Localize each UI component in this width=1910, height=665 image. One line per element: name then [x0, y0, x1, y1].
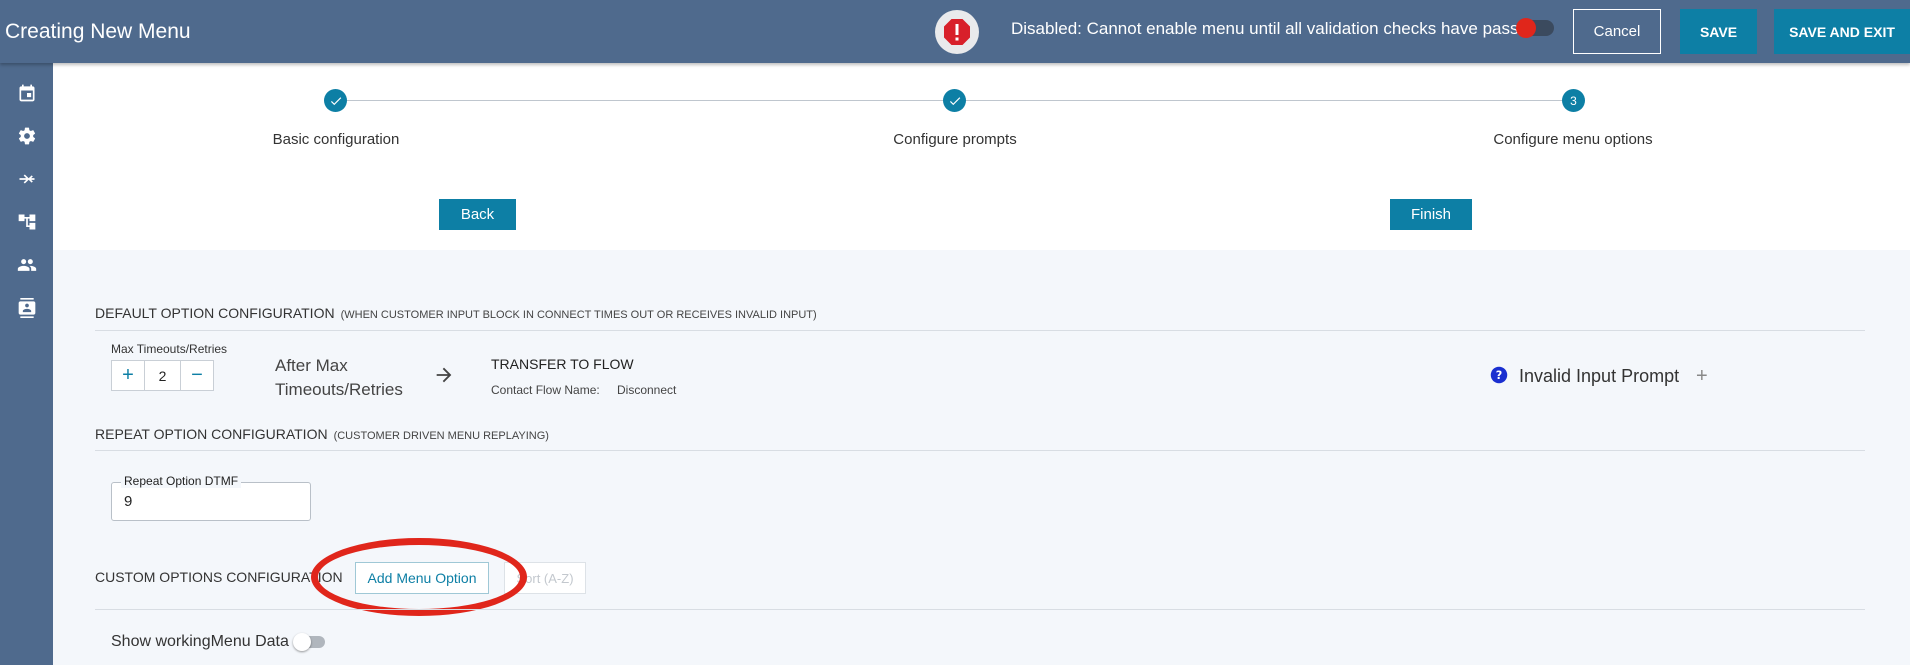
add-invalid-prompt-icon[interactable]: +	[1696, 365, 1708, 388]
step-3-number: 3	[1562, 89, 1585, 112]
flow-tree-icon[interactable]	[17, 212, 37, 232]
back-button[interactable]: Back	[439, 199, 516, 230]
section-divider	[95, 450, 1865, 451]
default-option-title: DEFAULT OPTION CONFIGURATION	[95, 305, 335, 321]
transfer-to-flow-title: TRANSFER TO FLOW	[491, 356, 634, 372]
contact-card-icon[interactable]	[17, 298, 37, 318]
section-divider	[95, 330, 1865, 331]
decrement-button[interactable]: −	[181, 361, 213, 390]
after-max-label: After Max Timeouts/Retries	[275, 356, 403, 399]
max-timeouts-value[interactable]: 2	[144, 361, 181, 390]
users-icon[interactable]	[17, 255, 37, 275]
step-1-complete-icon	[324, 89, 347, 112]
toggle-knob	[293, 633, 311, 651]
sidebar	[0, 63, 53, 665]
step-3-label: Configure menu options	[1493, 131, 1653, 148]
repeat-option-title: REPEAT OPTION CONFIGURATION	[95, 426, 328, 442]
transfer-arrows-icon[interactable]	[17, 169, 37, 189]
show-working-menu-data-toggle[interactable]	[293, 633, 325, 651]
show-working-menu-data-label: Show workingMenu Data	[111, 633, 289, 650]
increment-button[interactable]: +	[112, 361, 144, 390]
step-1-label: Basic configuration	[272, 131, 400, 148]
enable-menu-toggle[interactable]	[1516, 18, 1554, 38]
status-message: Disabled: Cannot enable menu until all v…	[1011, 19, 1538, 38]
help-icon[interactable]: ?	[1490, 366, 1508, 384]
highlight-annotation	[311, 538, 527, 616]
max-timeouts-stepper: + 2 −	[111, 360, 214, 391]
toggle-knob	[1516, 18, 1536, 38]
step-2-complete-icon	[943, 89, 966, 112]
alert-icon	[935, 10, 979, 54]
step-2-label: Configure prompts	[893, 131, 1017, 148]
invalid-input-prompt-label: Invalid Input Prompt	[1519, 366, 1680, 386]
contact-flow-name-label: Contact Flow Name:	[491, 383, 600, 397]
gear-icon[interactable]	[17, 126, 37, 146]
custom-options-section-title: CUSTOM OPTIONS CONFIGURATION	[95, 569, 343, 585]
step-connector	[347, 100, 943, 101]
svg-text:?: ?	[1496, 369, 1503, 382]
finish-button[interactable]: Finish	[1390, 199, 1472, 230]
page-title: Creating New Menu	[5, 20, 191, 43]
section-divider	[95, 609, 1865, 610]
default-option-section-title: DEFAULT OPTION CONFIGURATION (WHEN CUSTOM…	[95, 305, 817, 321]
default-option-subtitle: (WHEN CUSTOMER INPUT BLOCK IN CONNECT TI…	[340, 309, 817, 321]
save-and-exit-button[interactable]: SAVE AND EXIT	[1774, 9, 1910, 54]
calendar-icon[interactable]	[17, 83, 37, 103]
repeat-option-subtitle: (CUSTOMER DRIVEN MENU REPLAYING)	[333, 430, 549, 442]
step-connector	[965, 100, 1562, 101]
arrow-right-icon	[436, 367, 452, 383]
repeat-option-section-title: REPEAT OPTION CONFIGURATION (CUSTOMER DRI…	[95, 426, 549, 442]
max-timeouts-label: Max Timeouts/Retries	[111, 342, 228, 356]
save-button[interactable]: SAVE	[1680, 9, 1757, 54]
contact-flow-name-value: Disconnect	[617, 383, 677, 397]
repeat-dtmf-label: Repeat Option DTMF	[121, 474, 242, 488]
cancel-button[interactable]: Cancel	[1573, 9, 1661, 54]
top-bar: Creating New Menu Disabled: Cannot enabl…	[0, 0, 1910, 63]
repeat-dtmf-value[interactable]: 9	[124, 493, 132, 510]
